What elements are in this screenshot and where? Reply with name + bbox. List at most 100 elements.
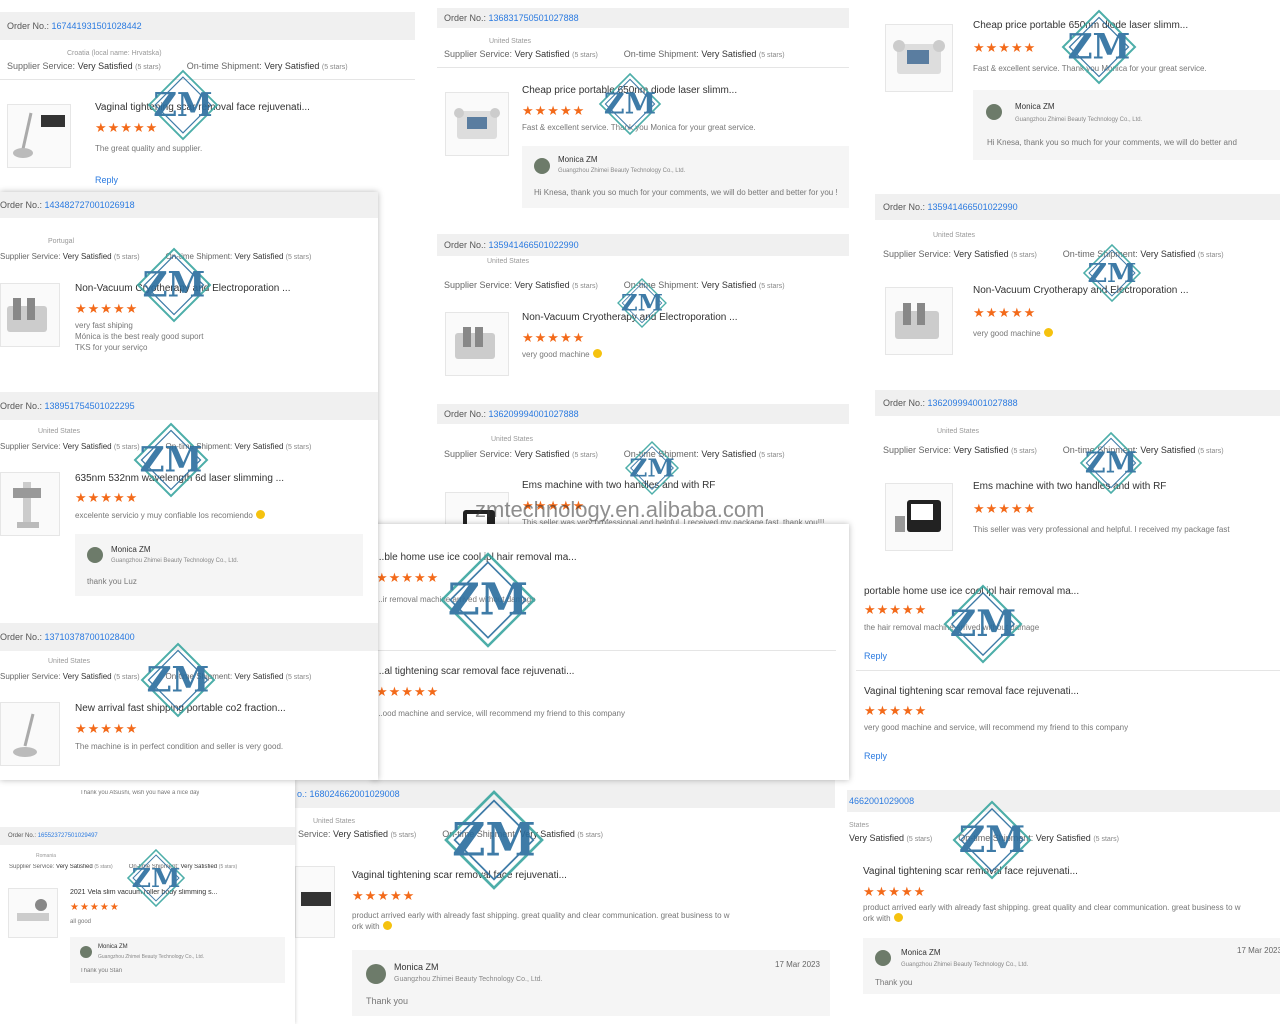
order-number[interactable]: 4662001029008	[849, 796, 914, 806]
service-ratings: Service: Very Satisfied (5 stars) On-time…	[298, 829, 604, 839]
product-thumbnail[interactable]	[8, 888, 58, 938]
product-title[interactable]: Cheap price portable 650nm diode laser s…	[522, 85, 737, 96]
order-number[interactable]: 13594146650102299​0	[489, 240, 579, 250]
order-header: Order No.: 13683175050102788​8	[437, 8, 849, 28]
service-ratings: Supplier Service: Very Satisfied (5 star…	[883, 445, 1224, 455]
product-title[interactable]: Vaginal tightening scar removal face rej…	[352, 870, 567, 881]
smile-emoji-icon	[382, 921, 392, 930]
review-text: very fast shiping Mónica is the best real…	[75, 321, 204, 352]
review-card-c4: Order No.: 14348272700102691​8 Portugal …	[0, 192, 378, 780]
site-watermark-text: zmtechnology.en.alibaba.com	[475, 497, 765, 522]
buyer-country: United States	[491, 436, 534, 443]
product-title[interactable]: ...al tightening scar removal face rejuv…	[376, 666, 574, 677]
product-thumbnail[interactable]	[0, 472, 60, 536]
product-thumbnail[interactable]	[445, 92, 509, 156]
star-rating: ★★★★★	[864, 602, 928, 617]
product-title[interactable]: 2021 Vela slim vacuum roller body slimmi…	[70, 889, 217, 896]
star-rating: ★★★★★	[864, 703, 928, 718]
order-number[interactable]: 16552372750102949​7	[38, 833, 98, 839]
review-card-c3: Cheap price portable 650nm diode laser s…	[875, 0, 1280, 578]
seller-company: Guangzhou Zhimei Beauty Technology Co., …	[111, 558, 239, 564]
order-number[interactable]: 14348272700102691​8	[45, 200, 135, 210]
product-thumbnail[interactable]	[885, 287, 953, 355]
service-ratings: Supplier Service: Very Satisfied (5 star…	[444, 449, 785, 459]
order-header-3: Order No.: 13620999400102788​8	[437, 404, 849, 424]
product-thumbnail[interactable]	[0, 283, 60, 347]
reply-link[interactable]: Reply	[864, 651, 887, 661]
product-title[interactable]: Cheap price portable 650nm diode laser s…	[973, 20, 1188, 31]
service-ratings: Supplier Service: Very Satisfied (5 star…	[9, 864, 238, 870]
seller-company: Guangzhou Zhimei Beauty Technology Co., …	[98, 954, 205, 960]
seller-reply: Monica ZM Guangzhou Zhimei Beauty Techno…	[75, 534, 363, 596]
product-title[interactable]: Ems machine with two handles and with RF	[973, 481, 1166, 492]
product-thumbnail[interactable]	[445, 312, 509, 376]
review-text: Fast & excellent service. Thank you Moni…	[973, 64, 1207, 73]
order-number[interactable]: 16744193150102844​2	[52, 21, 142, 31]
review-text: The machine is in perfect condition and …	[75, 742, 284, 751]
service-ratings: Very Satisfied (5 stars) On-time Shipment…	[849, 833, 1119, 843]
reply-date: 17 Mar 2023	[1237, 946, 1280, 955]
seller-company: Guangzhou Zhimei Beauty Technology Co., …	[901, 962, 1029, 968]
order-header: o.: 16802466200102900​8	[295, 780, 835, 808]
order-number[interactable]: 13620999400102788​8	[928, 398, 1018, 408]
order-number[interactable]: 13895175450102229​5	[45, 401, 135, 411]
buyer-country: United States	[313, 818, 356, 825]
star-rating: ★★★★★	[376, 684, 440, 699]
seller-name: Monica ZM	[1015, 102, 1055, 111]
order-number[interactable]: 13620999400102788​8	[489, 409, 579, 419]
review-card-c7: Thank you Atsushi, wish you have a nice …	[0, 780, 295, 1024]
order-header: Order No.: 16552372750102949​7	[0, 827, 295, 845]
product-title[interactable]: Ems machine with two handles and with RF	[522, 480, 715, 491]
order-number[interactable]: 13683175050102788​8	[489, 13, 579, 23]
order-number[interactable]: o.: 16802466200102900​8	[297, 789, 400, 799]
product-title[interactable]: ...ble home use ice cool ipl hair remova…	[376, 552, 577, 563]
seller-reply-text: Hi Knesa, thank you so much for your com…	[987, 138, 1237, 147]
seller-name: Monica ZM	[111, 545, 151, 554]
buyer-country: Portugal	[48, 238, 75, 245]
reply-link[interactable]: Reply	[95, 175, 118, 185]
buyer-country: United States	[489, 38, 532, 45]
seller-name: Monica ZM	[558, 155, 598, 164]
product-title[interactable]: Vaginal tightening scar removal face rej…	[863, 866, 1078, 877]
product-title[interactable]: Vaginal tightening scar removal face rej…	[95, 102, 310, 113]
star-rating: ★★★★★	[522, 103, 586, 118]
product-title[interactable]: Non-Vacuum Cryotherapy and Electroporati…	[522, 312, 737, 323]
review-text: very good machine and service, will reco…	[864, 723, 1129, 732]
seller-reply-text: Hi Knesa, thank you so much for your com…	[534, 188, 838, 197]
smile-emoji-icon	[893, 913, 903, 922]
review-text: the hair removal machine arrived without…	[864, 623, 1040, 632]
review-text: This seller was very professional and he…	[973, 525, 1230, 534]
product-title[interactable]: portable home use ice cool ipl hair remo…	[864, 586, 1079, 597]
seller-reply: Monica ZM Guangzhou Zhimei Beauty Techno…	[70, 937, 285, 983]
product-thumbnail[interactable]	[295, 866, 335, 938]
product-title[interactable]: Vaginal tightening scar removal face rej…	[864, 686, 1079, 697]
order-header-3: Order No.: 13620999400102788​8	[875, 390, 1280, 416]
review-text: ...ir removal machine arrived without da…	[376, 595, 536, 604]
product-thumbnail[interactable]	[7, 104, 71, 168]
order-header-1: Order No.: 14348272700102691​8	[0, 192, 378, 218]
product-thumbnail[interactable]	[0, 702, 60, 766]
seller-company: Guangzhou Zhimei Beauty Technology Co., …	[394, 976, 543, 983]
order-header-2: Order No.: 13594146650102299​0	[875, 194, 1280, 220]
star-rating: ★★★★★	[95, 120, 159, 135]
order-number[interactable]: 13594146650102299​0	[928, 202, 1018, 212]
review-text: very good machine	[522, 349, 602, 360]
product-title[interactable]: Non-Vacuum Cryotherapy and Electroporati…	[75, 283, 290, 294]
review-text: ...ood machine and service, will recomme…	[376, 709, 625, 718]
product-thumbnail[interactable]	[885, 24, 953, 92]
seller-reply: Monica ZM Guangzhou Zhimei Beauty Techno…	[973, 90, 1280, 160]
star-rating: ★★★★★	[70, 902, 120, 913]
reply-link[interactable]: Reply	[864, 751, 887, 761]
buyer-country: United States	[933, 232, 976, 239]
seller-company: Guangzhou Zhimei Beauty Technology Co., …	[558, 168, 686, 174]
seller-company: Guangzhou Zhimei Beauty Technology Co., …	[1015, 117, 1143, 123]
product-title[interactable]: New arrival fast shipping portable co2 f…	[75, 703, 286, 714]
seller-reply: Monica ZM Guangzhou Zhimei Beauty Techno…	[352, 950, 830, 1016]
order-number[interactable]: 13710378700102840​0	[45, 632, 135, 642]
product-title[interactable]: 635nm 532nm wavelength 6d laser slimming…	[75, 473, 284, 484]
service-ratings: Supplier Service: Very Satisfied (5 star…	[0, 252, 312, 261]
product-thumbnail[interactable]	[885, 483, 953, 551]
review-text: The great quality and supplier.	[95, 144, 203, 153]
product-title[interactable]: Non-Vacuum Cryotherapy and Electroporati…	[973, 285, 1188, 296]
smile-emoji-icon	[1043, 328, 1053, 337]
